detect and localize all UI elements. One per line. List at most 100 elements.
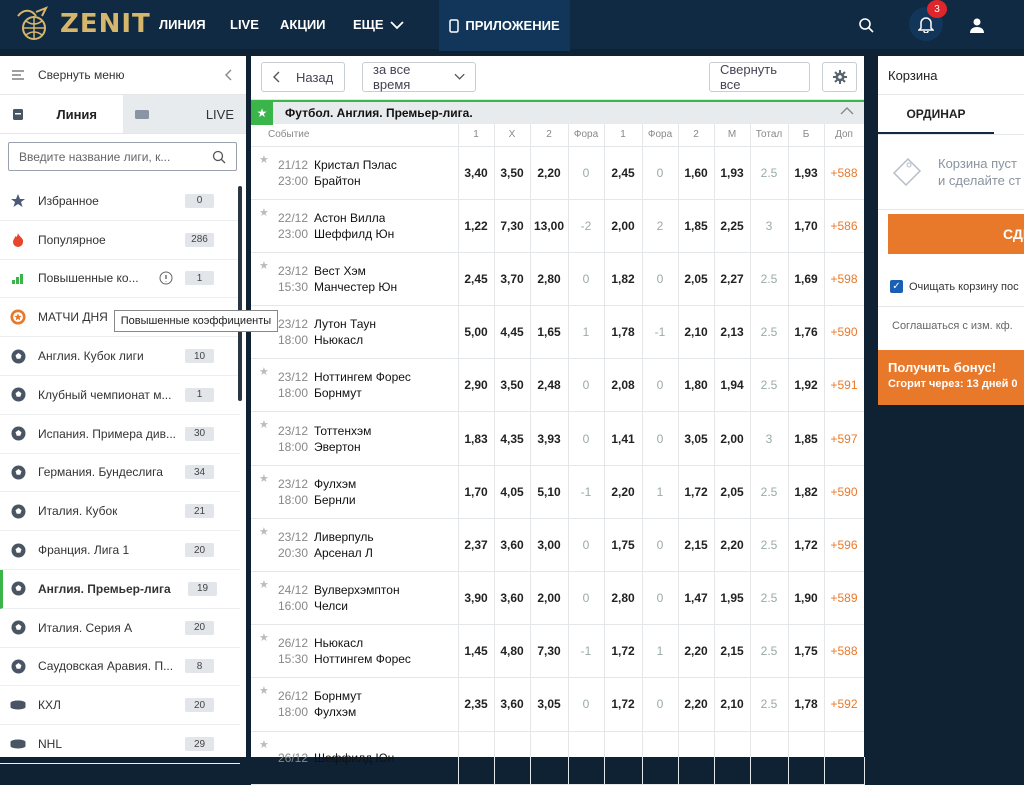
odds-cell[interactable]: 0 — [568, 252, 605, 307]
accept-odds-change[interactable]: Соглашаться с изм. кф. — [892, 320, 1013, 332]
odds-cell[interactable]: 1,94 — [714, 358, 751, 413]
odds-cell[interactable]: 2,00 — [714, 411, 751, 466]
collapse-all-button[interactable]: Свернуть все — [709, 62, 810, 92]
odds-cell[interactable] — [750, 731, 789, 785]
odds-cell[interactable]: 2,45 — [604, 146, 643, 200]
odds-cell[interactable]: 1,60 — [678, 146, 715, 200]
odds-cell[interactable]: 2,20 — [604, 465, 643, 519]
odds-cell[interactable]: 2,10 — [714, 677, 751, 732]
odds-cell[interactable]: 2,20 — [678, 624, 715, 679]
odds-cell[interactable]: 2,15 — [678, 518, 715, 573]
odds-cell[interactable]: 3,50 — [494, 358, 531, 413]
tab-line[interactable]: Линия — [0, 95, 123, 133]
collapse-menu-button[interactable]: Свернуть меню — [0, 56, 246, 95]
settings-button[interactable] — [822, 62, 857, 92]
odds-cell[interactable]: 1,70 — [788, 199, 825, 253]
event-cell[interactable]: ★ 23/12 Вест Хэм 15:30 Манчестер Юн — [251, 252, 459, 307]
odds-cell[interactable]: 4,80 — [494, 624, 531, 679]
odds-cell[interactable] — [788, 731, 825, 785]
odds-cell[interactable]: 1 — [642, 465, 679, 519]
odds-cell[interactable]: 1 — [568, 305, 605, 360]
odds-cell[interactable]: 2.5 — [750, 624, 789, 679]
star-icon[interactable]: ★ — [259, 472, 269, 485]
odds-cell[interactable]: 5,00 — [458, 305, 495, 360]
odds-cell[interactable]: 2,27 — [714, 252, 751, 307]
odds-cell[interactable]: 1,75 — [788, 624, 825, 679]
odds-cell[interactable]: 3,60 — [494, 518, 531, 573]
odds-cell[interactable]: 0 — [568, 146, 605, 200]
event-cell[interactable]: ★ 26/12 Ньюкасл 15:30 Ноттингем Форес — [251, 624, 459, 679]
odds-cell[interactable]: 1,72 — [678, 465, 715, 519]
bonus-banner[interactable]: Получить бонус! Сгорит через: 13 дней 0 — [878, 350, 1024, 405]
odds-cell[interactable]: 3,05 — [530, 677, 569, 732]
more-markets-link[interactable]: +597 — [824, 411, 865, 466]
odds-cell[interactable]: -2 — [568, 199, 605, 253]
odds-cell[interactable]: -1 — [642, 305, 679, 360]
odds-cell[interactable]: 2,35 — [458, 677, 495, 732]
odds-cell[interactable]: 1,65 — [530, 305, 569, 360]
star-icon[interactable]: ★ — [259, 631, 269, 644]
odds-cell[interactable]: 1,45 — [458, 624, 495, 679]
odds-cell[interactable]: 1,78 — [788, 677, 825, 732]
odds-cell[interactable]: 2,80 — [530, 252, 569, 307]
star-icon[interactable]: ★ — [259, 259, 269, 272]
odds-cell[interactable]: 2,37 — [458, 518, 495, 573]
star-icon[interactable]: ★ — [259, 153, 269, 166]
odds-cell[interactable]: 3 — [750, 199, 789, 253]
odds-cell[interactable]: 1,47 — [678, 571, 715, 626]
event-cell[interactable]: ★ 24/12 Вулверхэмптон 16:00 Челси — [251, 571, 459, 626]
event-cell[interactable]: ★ 23/12 Тоттенхэм 18:00 Эвертон — [251, 411, 459, 466]
odds-cell[interactable]: 2.5 — [750, 571, 789, 626]
odds-cell[interactable]: 0 — [568, 411, 605, 466]
odds-cell[interactable]: 2,00 — [530, 571, 569, 626]
odds-cell[interactable]: 1,72 — [788, 518, 825, 573]
nav-line[interactable]: ЛИНИЯ — [159, 0, 206, 49]
event-row[interactable]: ★ 26/12 Борнмут 18:00 Фулхэм 2,35 3,60 3,05 0 1,7… — [251, 677, 865, 732]
odds-cell[interactable]: 2,48 — [530, 358, 569, 413]
odds-cell[interactable] — [642, 731, 679, 785]
nav-live[interactable]: LIVE — [230, 0, 259, 49]
more-markets-link[interactable]: +590 — [824, 305, 865, 360]
sidebar-item[interactable]: КХЛ 20 — [0, 686, 240, 726]
odds-cell[interactable]: -1 — [568, 624, 605, 679]
odds-cell[interactable] — [714, 731, 751, 785]
chevron-up-icon[interactable] — [840, 106, 854, 116]
odds-cell[interactable]: 2,00 — [604, 199, 643, 253]
info-icon[interactable] — [159, 271, 173, 285]
odds-cell[interactable]: 0 — [568, 518, 605, 573]
odds-cell[interactable]: 1,82 — [604, 252, 643, 307]
place-bet-button[interactable]: СДЕЛ — [888, 214, 1024, 254]
odds-cell[interactable]: 0 — [642, 146, 679, 200]
more-markets-link[interactable] — [824, 731, 865, 785]
odds-cell[interactable]: 2.5 — [750, 146, 789, 200]
odds-cell[interactable]: 1 — [642, 624, 679, 679]
odds-cell[interactable]: 0 — [642, 252, 679, 307]
odds-cell[interactable]: 2,90 — [458, 358, 495, 413]
odds-cell[interactable]: 1,75 — [604, 518, 643, 573]
more-markets-link[interactable]: +589 — [824, 571, 865, 626]
logo[interactable]: ZENIT — [14, 6, 151, 42]
search-button[interactable] — [853, 12, 879, 38]
event-row[interactable]: ★ 24/12 Вулверхэмптон 16:00 Челси 3,90 3,60 2,0… — [251, 571, 865, 626]
star-icon[interactable]: ★ — [259, 684, 269, 697]
odds-cell[interactable]: 2,45 — [458, 252, 495, 307]
event-cell[interactable]: ★23/12Лутон Таун18:00Ньюкасл — [251, 305, 459, 360]
event-cell[interactable]: ★ 23/12 Ноттингем Форес 18:00 Борнмут — [251, 358, 459, 413]
odds-cell[interactable]: 2.5 — [750, 358, 789, 413]
period-select[interactable]: за все время — [362, 62, 476, 92]
odds-cell[interactable]: 1,93 — [788, 146, 825, 200]
more-markets-link[interactable]: +586 — [824, 199, 865, 253]
sidebar-item[interactable]: Избранное 0 — [0, 182, 240, 221]
event-cell[interactable]: ★ 23/12 Фулхэм 18:00 Бернли — [251, 465, 459, 519]
event-row[interactable]: ★ 23/12 Фулхэм 18:00 Бернли 1,70 4,05 5,10 -1 2,2… — [251, 465, 865, 519]
nav-more[interactable]: ЕЩЕ — [353, 0, 404, 49]
odds-cell[interactable]: 1,41 — [604, 411, 643, 466]
odds-cell[interactable]: 0 — [568, 677, 605, 732]
more-markets-link[interactable]: +591 — [824, 358, 865, 413]
sidebar-item[interactable]: Германия. Бундеслига 34 — [0, 454, 240, 493]
odds-cell[interactable]: 3,50 — [494, 146, 531, 200]
sidebar-item[interactable]: Повышенные ко... 1 — [0, 260, 240, 299]
odds-cell[interactable]: 3,00 — [530, 518, 569, 573]
event-cell[interactable]: ★ 23/12 Ливерпуль 20:30 Арсенал Л — [251, 518, 459, 573]
event-row[interactable]: ★23/12Лутон Таун18:00Ньюкасл5,004,451,65… — [251, 305, 865, 360]
